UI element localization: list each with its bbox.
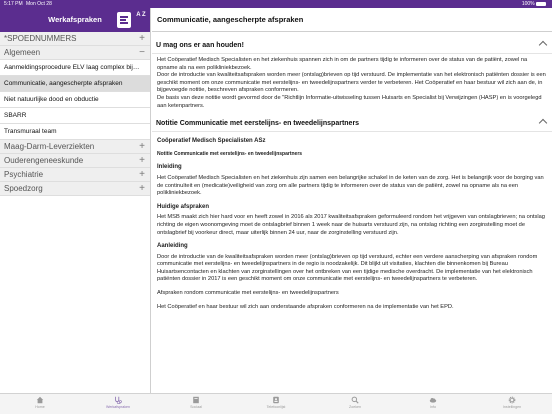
tab-label: Zoeken: [349, 405, 361, 409]
section-heading: U mag ons er aan houden!: [156, 42, 244, 49]
section-header-notitie[interactable]: Notitie Communicatie met eerstelijns- en…: [152, 116, 552, 133]
sidebar-category[interactable]: Ouderengeneeskunde +: [0, 154, 150, 168]
paragraph-inleiding: Het Coöperatief Medisch Specialisten en …: [157, 174, 544, 197]
section-heading: Notitie Communicatie met eerstelijns- en…: [156, 120, 360, 128]
tab-zoeken[interactable]: Zoeken: [330, 396, 380, 414]
sidebar-category[interactable]: *SPOEDNUMMERS +: [0, 32, 150, 46]
sidebar-item-label: SBARR: [4, 112, 27, 119]
sidebar-item-label: Psychiatrie: [4, 170, 44, 179]
heading-inleiding: Inleiding: [157, 164, 182, 171]
tab-label: Instellingen: [502, 405, 522, 409]
sidebar-category[interactable]: Psychiatrie +: [0, 168, 150, 182]
sidebar-item-label: Niet natuurlijke dood en obductie: [4, 96, 99, 103]
org-name: Coöperatief Medisch Specialisten ASz: [157, 138, 266, 145]
status-date: Mon Oct 28: [26, 1, 52, 7]
tab-label: Telefoonlijst: [266, 405, 286, 409]
tab-instellingen[interactable]: Instellingen: [487, 396, 537, 414]
list-view-icon[interactable]: [117, 12, 131, 28]
gear-icon: [508, 396, 516, 404]
sidebar: Werkafspraken A Z *SPOEDNUMMERS + Algemeen…: [0, 8, 151, 393]
expand-plus-icon[interactable]: +: [139, 140, 145, 153]
paragraph-huidige-afspraken: Het MSB maakt zich hier hard voor en hee…: [157, 214, 545, 236]
stethoscope-icon: [115, 396, 122, 404]
sidebar-item-label: Ouderengeneeskunde: [4, 156, 84, 165]
sidebar-item[interactable]: Niet natuurlijke dood en obductie: [0, 92, 150, 108]
sidebar-item-label: Communicatie, aangescherpte afspraken: [4, 80, 123, 87]
status-time: 5:17 PM: [4, 1, 23, 7]
expand-plus-icon[interactable]: +: [139, 32, 145, 45]
sidebar-header: Werkafspraken A Z: [0, 8, 150, 32]
content-pane: Communicatie, aangescherpte afspraken U …: [152, 8, 552, 393]
sidebar-item[interactable]: Transmuraal team: [0, 124, 150, 140]
status-bar: 5:17 PM Mon Oct 28 100%: [0, 0, 552, 8]
expand-plus-icon[interactable]: +: [139, 154, 145, 167]
section-text: Het Coöperatief Medisch Specialisten en …: [157, 57, 546, 109]
sidebar-item-label: Algemeen: [4, 48, 41, 57]
book-icon: [193, 396, 199, 404]
tab-info[interactable]: Info: [408, 396, 458, 414]
heading-huidige-afspraken: Huidige afspraken: [157, 203, 210, 210]
tab-home[interactable]: Home: [15, 396, 65, 414]
search-icon: [351, 396, 359, 404]
chevron-up-icon[interactable]: [538, 118, 548, 128]
home-icon: [36, 396, 44, 404]
paragraph-afspraken: Afspraken rondom communicatie met eerste…: [157, 290, 339, 297]
sidebar-item-label: *SPOEDNUMMERS: [4, 34, 77, 43]
collapse-minus-icon[interactable]: −: [139, 46, 145, 59]
paragraph-aanleiding: Door de introductie van de kwaliteitsafs…: [157, 253, 538, 283]
tab-label: Info: [430, 405, 436, 409]
sort-az-icon[interactable]: A Z: [134, 12, 148, 28]
chevron-up-icon[interactable]: [538, 40, 548, 50]
sidebar-item-label: Aanmeldingsprocedure ELV laag complex bi…: [4, 64, 140, 71]
status-right: 100%: [522, 1, 546, 7]
sidebar-list: *SPOEDNUMMERS + Algemeen − Aanmeldingsproced…: [0, 32, 150, 196]
sidebar-item[interactable]: SBARR: [0, 108, 150, 124]
phone-book-icon: [273, 396, 279, 404]
sidebar-item-label: Maag-Darm-Leverziekten: [4, 142, 95, 151]
tab-sociaal[interactable]: Sociaal: [171, 396, 221, 414]
tab-bar: Home Werkafspraken Sociaal Telefoonlijst…: [0, 393, 552, 414]
battery-percent: 100%: [521, 1, 535, 7]
section-header-intro[interactable]: U mag ons er aan houden!: [152, 38, 552, 54]
expand-plus-icon[interactable]: +: [139, 182, 145, 195]
note-subtitle: Notitie Communicatie met eerstelijns- en…: [157, 150, 303, 157]
sidebar-category[interactable]: Spoedzorg +: [0, 182, 150, 196]
cloud-icon: [429, 398, 437, 403]
sidebar-item[interactable]: Aanmeldingsprocedure ELV laag complex bi…: [0, 60, 150, 76]
sidebar-category[interactable]: Maag-Darm-Leverziekten +: [0, 140, 150, 154]
tab-werkafspraken[interactable]: Werkafspraken: [93, 396, 143, 414]
sidebar-item-label: Spoedzorg: [4, 184, 43, 193]
tab-label: Werkafspraken: [105, 405, 131, 409]
tab-label: Home: [35, 405, 45, 409]
content-title: Communicatie, aangescherpte afspraken: [152, 8, 552, 32]
tab-telefoonlijst[interactable]: Telefoonlijst: [251, 396, 301, 414]
heading-aanleiding: Aanleiding: [157, 243, 188, 250]
battery-icon: [536, 1, 546, 6]
expand-plus-icon[interactable]: +: [139, 168, 145, 181]
sidebar-item[interactable]: Communicatie, aangescherpte afspraken: [0, 76, 150, 92]
sidebar-item-label: Transmuraal team: [4, 128, 57, 135]
paragraph-bestuur: Het Coöperatief en haar bestuur wil zich…: [157, 303, 454, 310]
sidebar-category[interactable]: Algemeen −: [0, 46, 150, 60]
tab-label: Sociaal: [190, 405, 202, 409]
